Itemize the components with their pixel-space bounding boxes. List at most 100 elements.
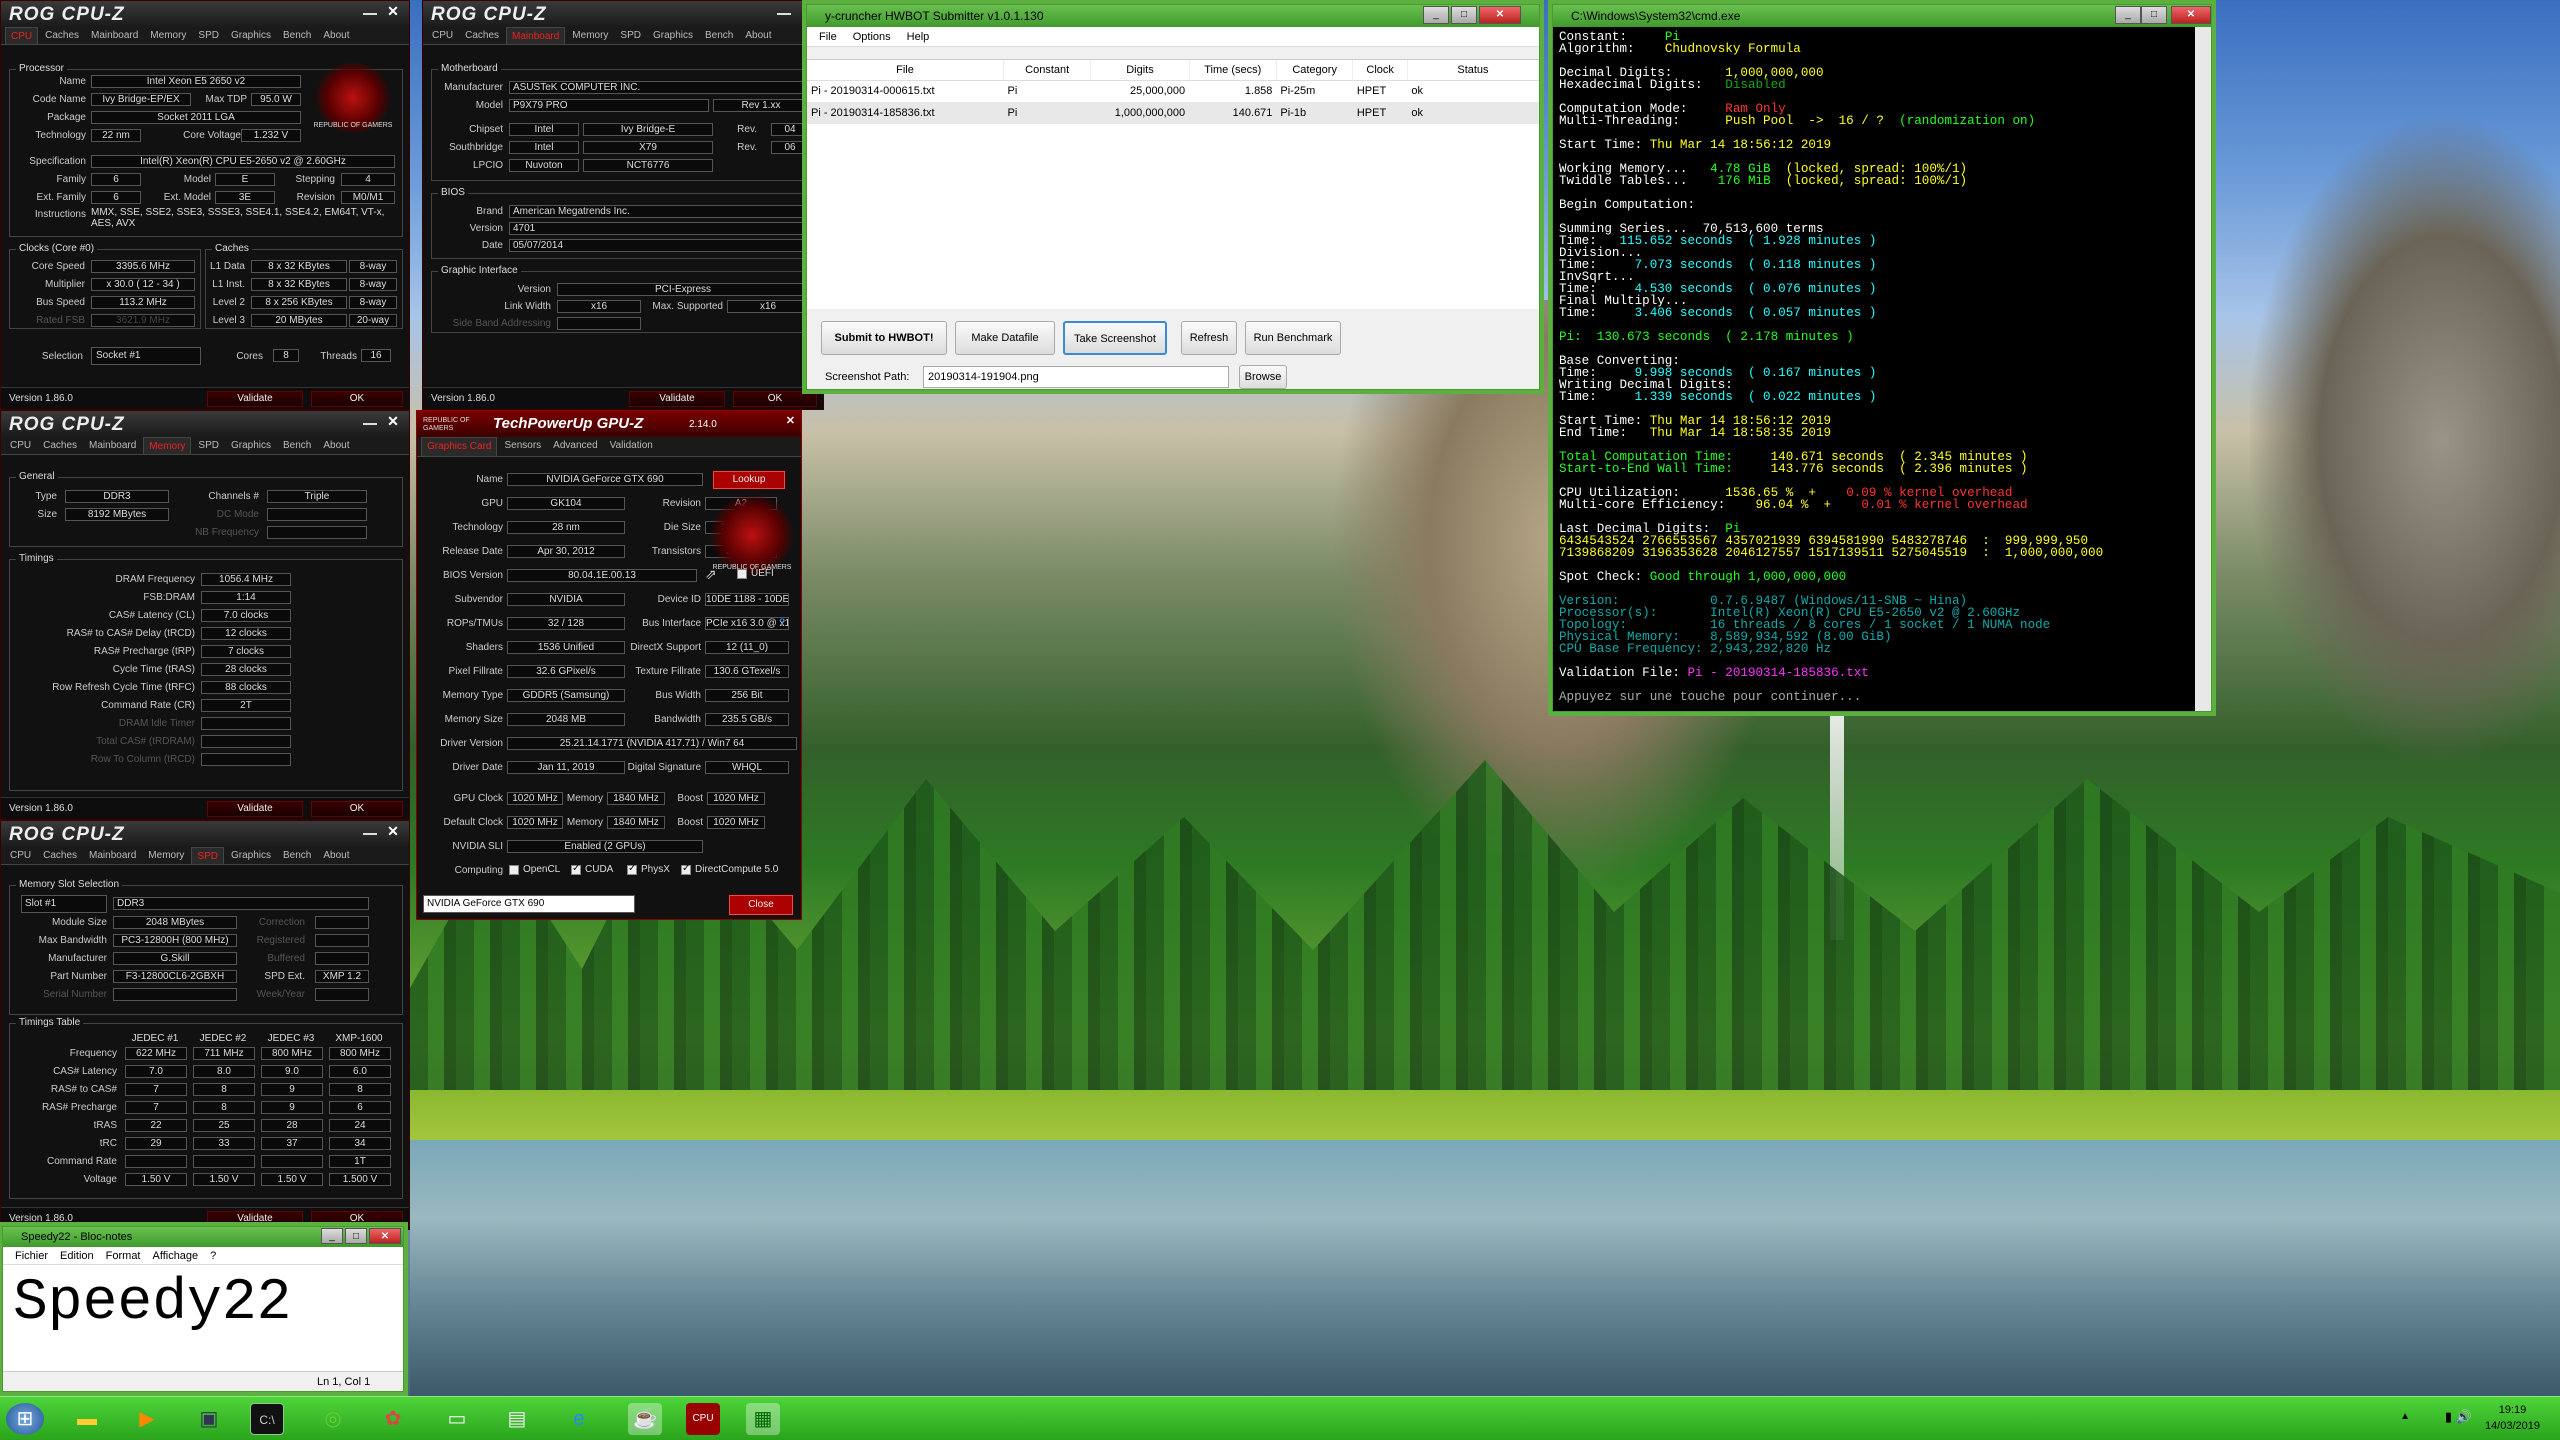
close-button[interactable]: ✕	[1479, 6, 1521, 24]
tab-caches[interactable]: Caches	[38, 847, 82, 864]
tab-sensors[interactable]: Sensors	[499, 437, 546, 456]
tab-spd[interactable]: SPD	[615, 27, 646, 44]
gpuz-taskbar-icon[interactable]: ▦	[746, 1403, 780, 1435]
cmd-taskbar-icon[interactable]: C:\	[250, 1403, 284, 1435]
tab-bench[interactable]: Bench	[700, 27, 738, 44]
column-header-file[interactable]: File	[807, 60, 1005, 81]
ok-button[interactable]: OK	[733, 391, 817, 407]
tab-cpu[interactable]: CPU	[427, 27, 458, 44]
tab-mainboard[interactable]: Mainboard	[84, 847, 141, 864]
ok-button[interactable]: OK	[311, 1211, 403, 1227]
tab-graphics[interactable]: Graphics	[226, 847, 276, 864]
scrollbar[interactable]	[2195, 27, 2211, 711]
lookup-button[interactable]: Lookup	[713, 471, 785, 489]
menu-format[interactable]: Format	[106, 1247, 141, 1264]
menu-edition[interactable]: Edition	[60, 1247, 94, 1264]
menu-affichage[interactable]: Affichage	[153, 1247, 199, 1264]
close-icon[interactable]: ✕	[383, 823, 403, 841]
close-icon[interactable]: ✕	[383, 413, 403, 431]
tab-graphics[interactable]: Graphics	[648, 27, 698, 44]
minimize-button[interactable]: _	[1423, 6, 1449, 24]
tab-caches[interactable]: Caches	[460, 27, 504, 44]
tab-mainboard[interactable]: Mainboard	[86, 27, 143, 44]
validate-button[interactable]: Validate	[629, 391, 725, 407]
minimize-button[interactable]: _	[2115, 6, 2141, 24]
tab-caches[interactable]: Caches	[38, 437, 82, 454]
minimize-icon[interactable]	[363, 833, 377, 835]
cuda-checkbox[interactable]	[571, 863, 581, 875]
menu-file[interactable]: File	[819, 27, 837, 46]
table-row[interactable]: Pi - 20190314-185836.txt Pi 1,000,000,000 1…	[807, 102, 1539, 124]
make-datafile-button[interactable]: Make Datafile	[955, 321, 1055, 355]
table-row[interactable]: Pi - 20190314-000615.txt Pi 25,000,000 1.85…	[807, 80, 1539, 102]
tray-volume-icon[interactable]: 🔊	[2456, 1409, 2472, 1425]
tab-cpu[interactable]: CPU	[5, 437, 36, 454]
close-icon[interactable]: ✕	[786, 414, 795, 427]
tab-mainboard[interactable]: Mainboard	[84, 437, 141, 454]
internet-explorer-icon[interactable]: e	[562, 1403, 596, 1435]
help-icon[interactable]: ?	[779, 617, 785, 629]
validate-button[interactable]: Validate	[207, 391, 303, 407]
opencl-checkbox[interactable]	[509, 865, 519, 875]
maximize-button[interactable]: □	[1451, 6, 1477, 24]
directcompute-checkbox[interactable]	[681, 863, 691, 875]
tab-about[interactable]: About	[318, 437, 354, 454]
tab-spd[interactable]: SPD	[193, 437, 224, 454]
tab-memory[interactable]: Memory	[567, 27, 613, 44]
tab-validation[interactable]: Validation	[605, 437, 658, 456]
minimize-icon[interactable]	[363, 423, 377, 425]
tab-graphics-card[interactable]: Graphics Card	[421, 437, 498, 456]
app-icon-doc[interactable]: ▭	[440, 1403, 474, 1435]
tab-caches[interactable]: Caches	[40, 27, 84, 44]
tab-about[interactable]: About	[318, 847, 354, 864]
ok-button[interactable]: OK	[311, 391, 403, 407]
column-header-time-secs-[interactable]: Time (secs)	[1189, 60, 1277, 81]
network-icon[interactable]: ▣	[192, 1403, 226, 1435]
tab-bench[interactable]: Bench	[278, 847, 316, 864]
system-clock[interactable]: 19:19 14/03/2019	[2485, 1402, 2540, 1434]
maximize-button[interactable]: □	[345, 1228, 367, 1244]
close-button[interactable]: ✕	[2171, 6, 2211, 24]
tab-about[interactable]: About	[318, 27, 354, 44]
validate-button[interactable]: Validate	[207, 1211, 303, 1227]
tab-bench[interactable]: Bench	[278, 437, 316, 454]
tab-graphics[interactable]: Graphics	[226, 437, 276, 454]
tray-arrow-icon[interactable]: ▲	[2400, 1411, 2410, 1422]
tray-network-icon[interactable]: ▮	[2445, 1409, 2452, 1425]
submit-to-hwbot-button[interactable]: Submit to HWBOT!	[821, 321, 947, 355]
slot-dropdown[interactable]: Slot #1	[21, 895, 107, 913]
tab-mainboard[interactable]: Mainboard	[506, 27, 566, 44]
media-player-icon[interactable]: ▶	[130, 1403, 164, 1435]
menu-fichier[interactable]: Fichier	[15, 1247, 48, 1264]
tab-memory[interactable]: Memory	[143, 437, 192, 454]
tab-cpu[interactable]: CPU	[5, 847, 36, 864]
column-header-status[interactable]: Status	[1407, 60, 1540, 81]
minimize-icon[interactable]	[363, 13, 377, 15]
tab-bench[interactable]: Bench	[278, 27, 316, 44]
column-header-constant[interactable]: Constant	[1003, 60, 1092, 81]
cpuz-taskbar-icon[interactable]: CPU	[686, 1403, 720, 1435]
validate-button[interactable]: Validate	[207, 801, 303, 817]
browse-button[interactable]: Browse	[1239, 365, 1287, 389]
column-header-clock[interactable]: Clock	[1352, 60, 1408, 81]
close-button[interactable]: ✕	[369, 1228, 401, 1244]
refresh-button[interactable]: Refresh	[1181, 321, 1237, 355]
java-icon[interactable]: ☕	[628, 1403, 662, 1435]
physx-checkbox[interactable]	[627, 863, 637, 875]
column-header-digits[interactable]: Digits	[1090, 60, 1190, 81]
menu-options[interactable]: Options	[853, 27, 891, 46]
tab-memory[interactable]: Memory	[143, 847, 189, 864]
column-header-category[interactable]: Category	[1276, 60, 1354, 81]
tab-spd[interactable]: SPD	[193, 27, 224, 44]
tab-cpu[interactable]: CPU	[5, 27, 39, 44]
tab-advanced[interactable]: Advanced	[548, 437, 602, 456]
tab-spd[interactable]: SPD	[191, 847, 224, 864]
text-area[interactable]: Speedy22	[7, 1269, 387, 1365]
minimize-button[interactable]: _	[321, 1228, 343, 1244]
take-screenshot-button[interactable]: Take Screenshot	[1063, 321, 1167, 355]
tab-graphics[interactable]: Graphics	[226, 27, 276, 44]
screenshot-path-input[interactable]: 20190314-191904.png	[923, 366, 1229, 388]
start-button[interactable]: ⊞	[6, 1403, 44, 1435]
tab-about[interactable]: About	[740, 27, 776, 44]
minimize-icon[interactable]	[777, 13, 791, 15]
